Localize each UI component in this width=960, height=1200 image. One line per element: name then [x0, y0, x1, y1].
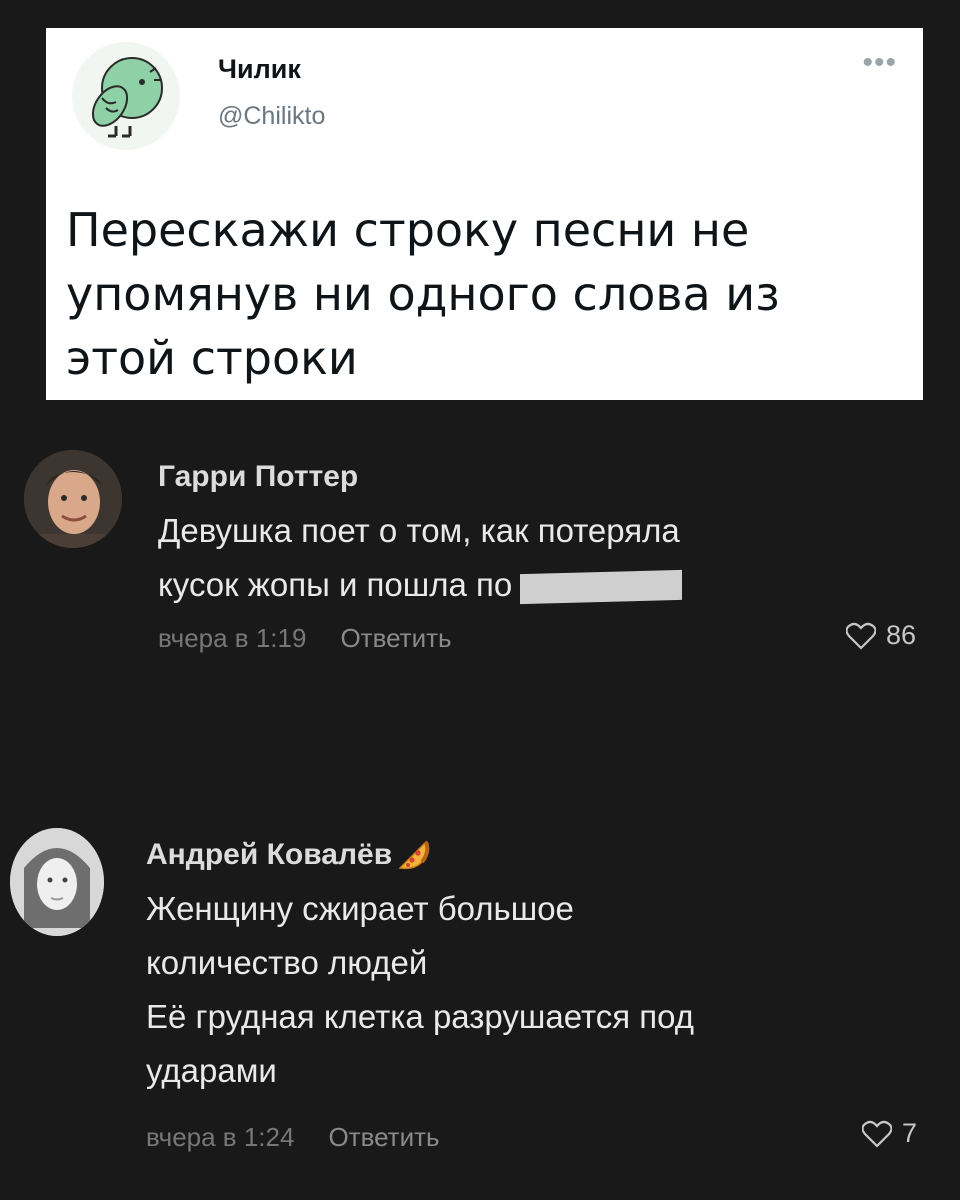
comment-author[interactable]: Андрей Ковалёв	[146, 838, 430, 872]
comment-line: Девушка поет о том, как потеряла	[158, 512, 680, 549]
avatar[interactable]	[10, 828, 104, 936]
comment-author[interactable]: Гарри Поттер	[158, 460, 358, 494]
heart-icon	[846, 622, 876, 650]
like-count: 86	[886, 620, 917, 650]
comment-meta: вчера в 1:24 Ответить	[146, 1122, 440, 1153]
more-options-icon[interactable]: •••	[862, 46, 897, 80]
user-photo-icon	[10, 828, 104, 936]
author-name[interactable]: Гарри Поттер	[158, 460, 358, 494]
comment-line: Женщину сжирает большое	[146, 890, 574, 927]
comment-line: Её грудная клетка разрушается под	[146, 998, 695, 1035]
comment-text: Женщину сжирает большое количество людей…	[146, 882, 866, 1098]
heart-icon	[862, 1120, 892, 1148]
user-photo-icon	[24, 450, 122, 548]
reply-button[interactable]: Ответить	[328, 1122, 439, 1153]
comment-text: Девушка поет о том, как потеряла кусок ж…	[158, 504, 878, 612]
tweet-text-line: этой строки	[66, 331, 358, 385]
bird-icon	[91, 57, 163, 138]
tweet-text: Перескажи строку песни не упомянув ни од…	[66, 198, 886, 390]
tweet-text-line: упомянув ни одного слова из	[66, 267, 780, 321]
comment-line: ударами	[146, 1052, 277, 1089]
avatar[interactable]	[24, 450, 122, 548]
like-button[interactable]: 86	[846, 620, 916, 651]
author-name[interactable]: Андрей Ковалёв	[146, 838, 392, 872]
pizza-icon	[398, 840, 430, 870]
comment-time: вчера в 1:24	[146, 1122, 295, 1152]
comment-line: кусок жопы и пошла по	[158, 566, 513, 603]
comment-time: вчера в 1:19	[158, 623, 307, 653]
comment-line: количество людей	[146, 944, 428, 981]
tweet-card: Чилик @Chilikto ••• Перескажи строку пес…	[46, 28, 923, 400]
bird-avatar[interactable]	[72, 42, 180, 150]
tweet-text-line: Перескажи строку песни не	[66, 203, 750, 257]
like-button[interactable]: 7	[862, 1118, 917, 1149]
reply-button[interactable]: Ответить	[340, 623, 451, 654]
tweet-author-handle[interactable]: @Chilikto	[218, 102, 325, 131]
censor-bar	[520, 570, 683, 605]
tweet-author-name[interactable]: Чилик	[218, 54, 301, 85]
like-count: 7	[902, 1118, 918, 1148]
comment-meta: вчера в 1:19 Ответить	[158, 623, 452, 654]
comment-line-with-censor: кусок жопы и пошла по	[158, 558, 878, 612]
